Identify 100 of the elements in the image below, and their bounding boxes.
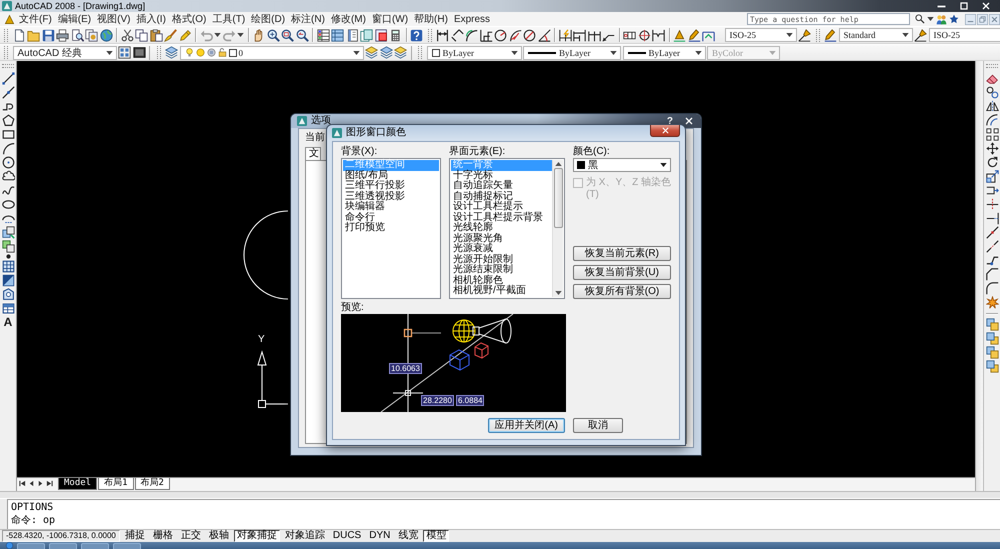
status-toggle[interactable]: 正交 — [178, 530, 204, 542]
color-combo[interactable]: 黑 — [573, 158, 671, 172]
array-icon[interactable] — [986, 128, 998, 141]
menu-item[interactable]: 标注(N) — [289, 12, 327, 26]
lineweight-combo[interactable]: ByLayer — [622, 46, 706, 60]
caret-icon[interactable] — [510, 50, 518, 54]
list-item[interactable]: 设计工具栏提示 — [451, 202, 552, 212]
linetype-combo[interactable]: ByLayer — [523, 46, 621, 60]
scissors-icon[interactable] — [120, 28, 134, 42]
list-item[interactable]: 三维平行投影 — [343, 181, 439, 192]
draw-order-icon[interactable] — [986, 332, 998, 345]
explode-icon[interactable] — [986, 296, 998, 309]
caret-down-icon[interactable] — [554, 291, 562, 295]
caret-icon[interactable] — [352, 50, 360, 54]
menu-item[interactable]: 视图(V) — [95, 12, 132, 26]
list-item[interactable]: 相机轮廓色 — [451, 276, 552, 286]
status-toggle[interactable]: 对象追踪 — [282, 530, 328, 542]
list-item[interactable]: 块编辑器 — [343, 202, 439, 212]
arc-icon[interactable] — [2, 142, 14, 155]
jogged-radius-icon[interactable] — [508, 28, 522, 42]
trim-icon[interactable] — [986, 198, 998, 211]
printer-icon[interactable] — [56, 28, 69, 42]
stretch-icon[interactable] — [986, 184, 998, 197]
status-toggle[interactable]: 极轴 — [206, 530, 232, 542]
next-icon[interactable] — [37, 480, 44, 487]
dimension-style-combo[interactable]: ISO-25 — [724, 28, 796, 42]
color-combo[interactable]: ByLayer — [426, 46, 522, 60]
quick-dimension-icon[interactable] — [558, 28, 572, 42]
aligned-dimension-icon[interactable] — [450, 28, 464, 42]
copy-icon[interactable] — [135, 28, 148, 42]
list-item[interactable]: 光源开始限制 — [451, 254, 552, 265]
dialog-button[interactable]: 取消 — [573, 418, 623, 433]
status-toggle[interactable]: DYN — [366, 530, 394, 542]
people-icon[interactable] — [936, 14, 947, 24]
dialog-button[interactable]: 应用并关闭(A) — [488, 418, 565, 433]
menu-item[interactable]: 窗口(W) — [370, 12, 410, 26]
center-mark-icon[interactable] — [638, 28, 650, 42]
menu-item[interactable]: 文件(F) — [17, 12, 54, 26]
zoom-window-icon[interactable] — [281, 28, 294, 42]
extend-icon[interactable] — [986, 212, 998, 225]
status-toggle[interactable]: 模型 — [423, 530, 450, 542]
pen-icon[interactable] — [688, 28, 700, 42]
list-item[interactable]: 相机视野/平截面 — [451, 286, 552, 296]
zoom-in-icon[interactable] — [266, 28, 280, 42]
rectangle-icon[interactable] — [2, 128, 14, 141]
list-item[interactable]: 命令行 — [343, 212, 439, 223]
list-item[interactable]: 光源聚光角 — [451, 234, 552, 244]
radius-icon[interactable] — [494, 28, 507, 42]
linear-dimension-icon[interactable] — [436, 28, 449, 42]
hand-icon[interactable] — [252, 28, 265, 42]
rotate-icon[interactable] — [986, 156, 998, 169]
list-item[interactable]: 打印预览 — [343, 223, 439, 234]
diameter-icon[interactable] — [523, 28, 536, 42]
move-icon[interactable] — [986, 142, 998, 155]
continue-dimension-icon[interactable] — [588, 28, 600, 42]
vertical-scrollbar[interactable] — [975, 61, 983, 491]
search-icon[interactable] — [915, 14, 925, 24]
break-point-icon[interactable] — [986, 226, 998, 239]
list-item[interactable]: 设计工具栏提示背景 — [451, 212, 552, 223]
menu-item[interactable]: 修改(M) — [328, 12, 368, 26]
folder-icon[interactable] — [27, 28, 40, 42]
construction-line-icon[interactable] — [2, 86, 14, 99]
dialog-tab[interactable]: 文 — [305, 147, 321, 160]
draw-order-icon[interactable] — [986, 360, 998, 373]
scale-icon[interactable] — [986, 170, 998, 183]
gradient-icon[interactable] — [2, 274, 14, 287]
layout-tab[interactable]: 布局1 — [98, 478, 134, 490]
app-icon[interactable] — [332, 128, 342, 138]
spline-icon[interactable] — [2, 184, 14, 197]
start-button-icon[interactable] — [6, 542, 13, 549]
list-item[interactable]: 光源衰减 — [451, 244, 552, 254]
list-item[interactable]: 光源结束限制 — [451, 265, 552, 276]
menu-item[interactable]: 绘图(D) — [249, 12, 288, 26]
list-item[interactable]: 自动追踪矢量 — [451, 181, 552, 192]
restore-button[interactable]: 恢复当前元素(R) — [573, 246, 671, 261]
eraser-icon[interactable] — [986, 72, 998, 85]
layout-tab[interactable]: Model — [58, 478, 98, 490]
dimension-style-combo[interactable]: ISO-25 — [928, 28, 1000, 42]
menu-item[interactable]: 插入(I) — [134, 12, 168, 26]
point-icon[interactable] — [6, 254, 10, 259]
layer-combo[interactable]: 0 — [180, 46, 364, 60]
angle-icon[interactable] — [538, 28, 550, 42]
text-tool-button[interactable]: A — [4, 316, 12, 329]
style-brush-icon[interactable] — [798, 28, 811, 42]
command-window[interactable]: OPTIONS 命令: op — [8, 499, 1000, 529]
caret-icon[interactable] — [660, 163, 667, 167]
draw-order-icon[interactable] — [986, 346, 998, 359]
first-icon[interactable] — [19, 480, 26, 487]
zoom-previous-icon[interactable] — [296, 28, 308, 42]
list-item[interactable]: 自动捕捉标记 — [451, 192, 552, 202]
triangle-icon[interactable] — [673, 28, 686, 42]
status-toggle[interactable]: 捕捉 — [122, 530, 148, 542]
grid-icon[interactable] — [331, 28, 344, 42]
star-icon[interactable] — [949, 14, 959, 24]
triangle-icon[interactable] — [4, 14, 15, 24]
caret-icon[interactable] — [927, 17, 934, 21]
line-icon[interactable] — [2, 72, 14, 85]
region-icon[interactable] — [2, 288, 14, 301]
caret-up-icon[interactable] — [554, 162, 562, 166]
pen-icon[interactable] — [824, 28, 837, 42]
